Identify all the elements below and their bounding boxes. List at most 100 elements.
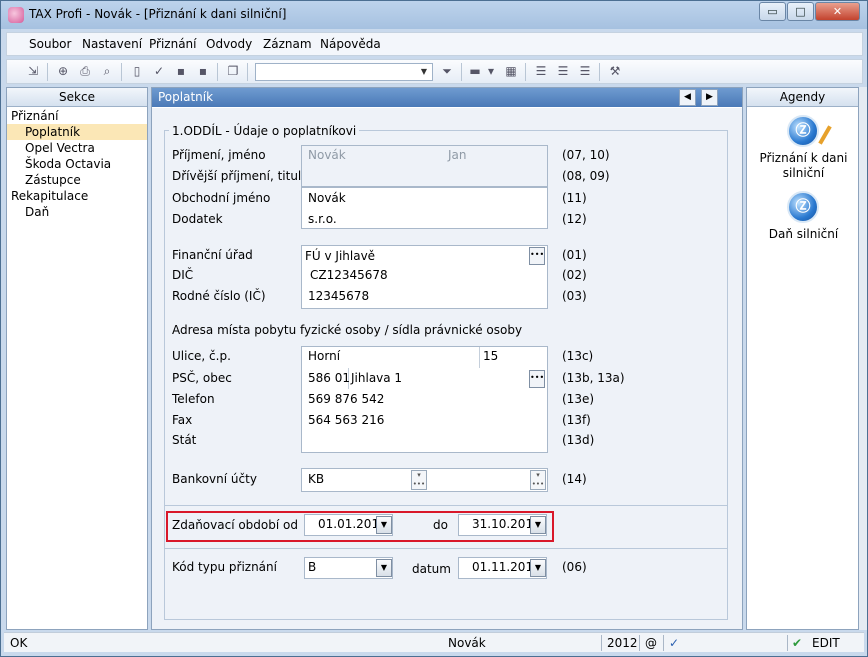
tree-item-poplatnik[interactable]: Poplatník — [7, 124, 147, 140]
cislo-value[interactable]: 15 — [483, 349, 498, 363]
pencil-icon — [818, 125, 832, 145]
road-tax-icon[interactable]: Ⓩ — [787, 191, 819, 223]
menu-nastaveni[interactable]: Nastavení — [82, 37, 142, 51]
label-adresa: Adresa místa pobytu fyzické osoby / sídl… — [172, 323, 523, 337]
banka-spinner-2-icon[interactable]: ▾ ••• — [530, 470, 546, 490]
toolbar-combo[interactable]: ▼ — [255, 63, 433, 81]
prev-arrow-icon[interactable]: ◀ — [679, 89, 696, 106]
code-stat: (13d) — [562, 433, 595, 447]
title-bar: TAX Profi - Novák - [Přiznání k dani sil… — [1, 1, 867, 29]
menu-bar: Soubor Nastavení Přiznání Odvody Záznam … — [6, 32, 863, 56]
section-panel: Sekce Přiznání Poplatník Opel Vectra Ško… — [6, 87, 148, 630]
tree-item-opel-vectra[interactable]: Opel Vectra — [25, 140, 145, 156]
jmeno-value: Jan — [448, 148, 467, 162]
status-bar: OK Novák 2012 @ ✓ ✔ EDIT — [4, 632, 864, 652]
dic-value[interactable]: CZ12345678 — [310, 268, 388, 282]
save-icon[interactable]: ▪ — [173, 64, 189, 79]
filter-icon[interactable]: ⏷ — [439, 64, 455, 79]
obec-value[interactable]: Jihlava 1 — [351, 371, 402, 385]
chevron-down-icon[interactable]: ▾ — [483, 64, 499, 79]
status-mode: EDIT — [812, 636, 840, 650]
settings-icon[interactable]: ⚒ — [607, 64, 623, 79]
label-ulice: Ulice, č.p. — [172, 349, 231, 363]
kod-dropdown-icon[interactable]: ▼ — [376, 559, 392, 577]
obdobi-do-dropdown-icon[interactable]: ▼ — [530, 516, 546, 534]
menu-priznani[interactable]: Přiznání — [149, 37, 197, 51]
label-obdobi: Zdaňovací období od — [172, 518, 298, 532]
code-rc: (03) — [562, 289, 587, 303]
message-icon[interactable]: ☰ — [533, 64, 549, 79]
label-dic: DIČ — [172, 268, 194, 282]
new-icon[interactable]: ▯ — [129, 64, 145, 79]
label-obchodni: Obchodní jméno — [172, 191, 271, 205]
tree-item-zastupce[interactable]: Zástupce — [25, 172, 145, 188]
exit-icon[interactable]: ⇲ — [25, 64, 41, 79]
label-dodatek: Dodatek — [172, 212, 223, 226]
urad-picker-ellipsis-icon[interactable]: ••• — [529, 247, 545, 265]
urad-value[interactable]: FÚ v Jihlavě — [305, 249, 375, 263]
code-banka: (14) — [562, 472, 587, 486]
label-drivejsi: Dřívější příjmení, titul — [172, 169, 302, 183]
tree-item-skoda-octavia[interactable]: Škoda Octavia — [25, 156, 145, 172]
obec-picker-ellipsis-icon[interactable]: ••• — [529, 370, 545, 388]
obdobi-od-dropdown-icon[interactable]: ▼ — [376, 516, 392, 534]
list-icon[interactable]: ☰ — [555, 64, 571, 79]
banka-spinner-icon[interactable]: ▾ ••• — [411, 470, 427, 490]
maximize-button[interactable]: □ — [787, 2, 814, 21]
status-year: 2012 — [607, 636, 638, 650]
form-panel: Poplatník ◀ ▶ 1.ODDÍL - Údaje o poplatní… — [151, 87, 743, 630]
code-kod: (06) — [562, 560, 587, 574]
preview-icon[interactable]: ⌕ — [99, 64, 115, 79]
chevron-down-icon: ▼ — [420, 67, 428, 76]
folder-icon[interactable]: ▬ — [467, 64, 483, 79]
tree-item-dan[interactable]: Daň — [25, 204, 145, 220]
app-window: TAX Profi - Novák - [Přiznání k dani sil… — [0, 0, 868, 657]
vertical-scrollbar[interactable] — [859, 87, 867, 630]
label-urad: Finanční úřad — [172, 248, 253, 262]
copy-icon[interactable]: ❐ — [225, 64, 241, 79]
rc-value[interactable]: 12345678 — [308, 289, 369, 303]
label-fax: Fax — [172, 413, 193, 427]
menu-soubor[interactable]: Soubor — [29, 37, 71, 51]
code-fax: (13f) — [562, 413, 591, 427]
agenda-item-priznani[interactable]: Přiznání k dani silniční — [747, 151, 860, 181]
minimize-button[interactable]: ▭ — [759, 2, 786, 21]
menu-odvody[interactable]: Odvody — [206, 37, 252, 51]
datum-dropdown-icon[interactable]: ▼ — [530, 559, 546, 577]
label-do: do — [433, 518, 448, 532]
section-title: 1.ODDÍL - Údaje o poplatníkovi — [169, 124, 360, 138]
code-ulice: (13c) — [562, 349, 594, 363]
menu-zaznam[interactable]: Záznam — [263, 37, 312, 51]
label-prijmeni: Příjmení, jméno — [172, 148, 266, 162]
check-icon[interactable]: ✓ — [151, 64, 167, 79]
dodatek-value[interactable]: s.r.o. — [308, 212, 337, 226]
label-psc: PSČ, obec — [172, 371, 232, 385]
save-all-icon[interactable]: ▪ — [195, 64, 211, 79]
label-telefon: Telefon — [172, 392, 215, 406]
close-button[interactable]: ✕ — [815, 2, 860, 21]
label-rc: Rodné číslo (IČ) — [172, 289, 266, 303]
psc-value[interactable]: 586 01 — [308, 371, 350, 385]
status-user: Novák — [448, 636, 486, 650]
next-arrow-icon[interactable]: ▶ — [701, 89, 718, 106]
label-kod: Kód typu přiznání — [172, 560, 277, 574]
print-icon[interactable]: ⎙ — [77, 64, 93, 79]
ulice-value[interactable]: Horní — [308, 349, 340, 363]
telefon-value[interactable]: 569 876 542 — [308, 392, 384, 406]
code-dodatek: (12) — [562, 212, 587, 226]
code-urad: (01) — [562, 248, 587, 262]
prijmeni-value: Novák — [308, 148, 346, 162]
fax-value[interactable]: 564 563 216 — [308, 413, 384, 427]
tree-item-rekapitulace[interactable]: Rekapitulace — [11, 188, 145, 204]
tax-return-icon[interactable]: Ⓩ — [787, 115, 819, 147]
open-icon[interactable]: ⊕ — [55, 64, 71, 79]
tree-item-priznani[interactable]: Přiznání — [11, 108, 145, 124]
form-content: 1.ODDÍL - Údaje o poplatníkovi Příjmení,… — [152, 108, 742, 629]
label-stat: Stát — [172, 433, 197, 447]
report-icon[interactable]: ☰ — [577, 64, 593, 79]
calendar-icon[interactable]: ▦ — [503, 64, 519, 79]
menu-napoveda[interactable]: Nápověda — [320, 37, 381, 51]
agenda-item-dan[interactable]: Daň silniční — [747, 227, 860, 242]
agenda-panel-header: Agendy — [747, 88, 858, 107]
toolbar: ⇲ ⊕ ⎙ ⌕ ▯ ✓ ▪ ▪ ❐ ▼ ⏷ ▬ ▾ ▦ ☰ ☰ ☰ ⚒ — [6, 59, 863, 84]
